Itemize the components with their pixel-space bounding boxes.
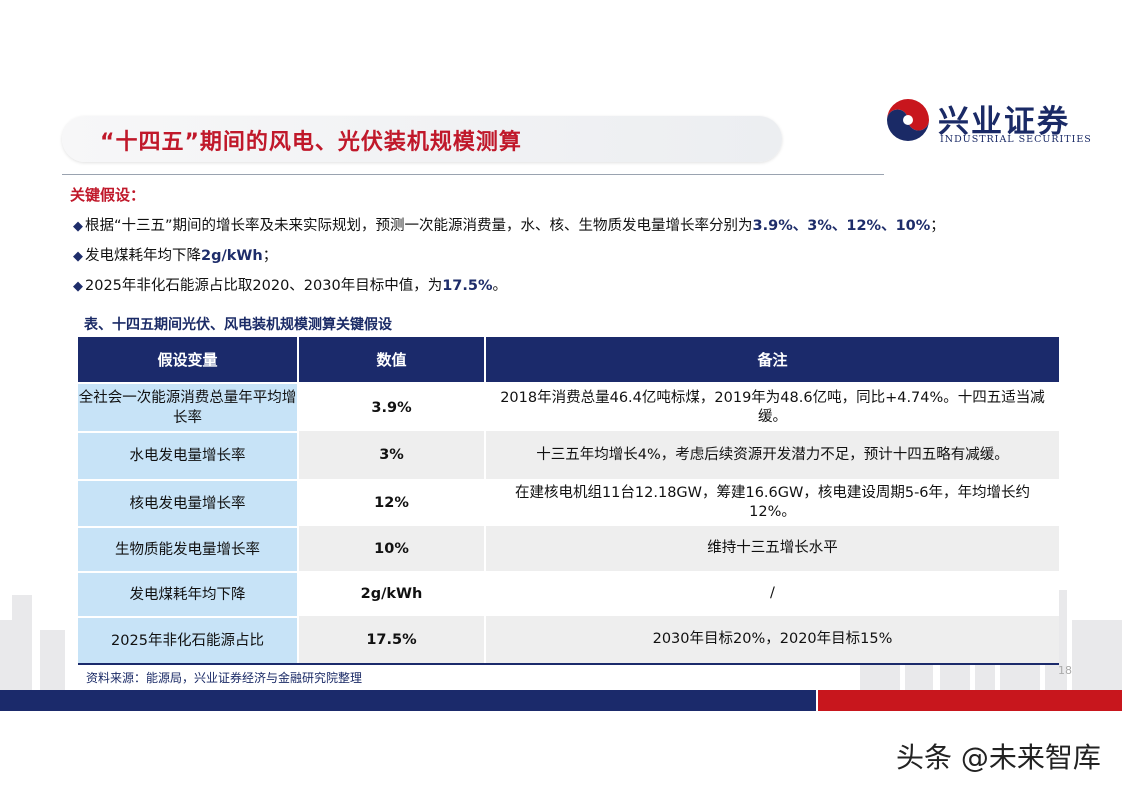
table-bottom-rule <box>78 663 1059 665</box>
table-row-note: 2018年消费总量46.4亿吨标煤，2019年为48.6亿吨，同比+4.74%。… <box>500 389 1045 425</box>
table-row-value: 3% <box>379 447 404 463</box>
table-row-variable: 水电发电量增长率 <box>78 433 297 479</box>
table-row-variable: 发电煤耗年均下降 <box>78 573 297 616</box>
table-row-note: 2030年目标20%，2020年目标15% <box>652 631 893 647</box>
page-number: 18 <box>1058 664 1072 677</box>
assumption-point-2: ◆ 发电煤耗年均下降2g/kWh； <box>73 248 278 264</box>
table-row-note: 在建核电机组11台12.18GW，筹建16.6GW，核电建设周期5-6年，年均增… <box>514 484 1031 520</box>
table-row-variable: 核电发电量增长率 <box>78 481 297 526</box>
assumptions-table: 假设变量 数值 备注 全社会一次能源消费总量年平均增长率 3.9% 2018年消… <box>78 337 1059 663</box>
table-row-note: 维持十三五增长水平 <box>707 540 838 556</box>
table-row-value: 2g/kWh <box>360 585 423 602</box>
assumption-point-3: ◆ 2025年非化石能源占比取2020、2030年目标中值，为17.5%。 <box>73 278 508 294</box>
table-row-value: 10% <box>374 540 409 557</box>
table-row-note: / <box>770 585 775 601</box>
table-row-value: 12% <box>374 494 409 511</box>
assumptions-heading: 关键假设： <box>70 186 146 204</box>
logo-english-name: INDUSTRIAL SECURITIES <box>940 134 1092 145</box>
table-row-variable: 2025年非化石能源占比 <box>78 618 297 663</box>
diamond-bullet-icon: ◆ <box>73 249 83 264</box>
title-divider <box>62 174 884 175</box>
footer-bar-red <box>818 690 1122 711</box>
source-note: 资料来源：能源局，兴业证券经济与金融研究院整理 <box>86 671 363 685</box>
table-row-variable: 生物质能发电量增长率 <box>78 528 297 571</box>
watermark-text: 头条 @未来智库 <box>896 741 1101 774</box>
table-caption: 表、十四五期间光伏、风电装机规模测算关键假设 <box>84 317 392 333</box>
table-row-value: 17.5% <box>366 631 417 648</box>
company-logo: 兴业证券 INDUSTRIAL SECURITIES <box>886 96 1108 150</box>
page-title: “十四五”期间的风电、光伏装机规模测算 <box>100 130 522 155</box>
table-row-value: 3.9% <box>371 399 412 416</box>
table-row-note: 十三五年均增长4%，考虑后续资源开发潜力不足，预计十四五略有减缓。 <box>536 446 1009 463</box>
table-row-variable: 全社会一次能源消费总量年平均增长率 <box>78 384 297 431</box>
table-header-note: 备注 <box>486 337 1059 382</box>
logo-swirl-icon <box>887 99 929 141</box>
table-header-variable: 假设变量 <box>78 337 297 382</box>
diamond-bullet-icon: ◆ <box>73 279 83 294</box>
assumption-point-1: ◆ 根据“十三五”期间的增长率及未来实际规划，预测一次能源消费量，水、核、生物质发… <box>73 218 945 234</box>
footer-bar-blue <box>0 690 816 711</box>
table-header-value: 数值 <box>299 337 484 382</box>
diamond-bullet-icon: ◆ <box>73 219 83 234</box>
